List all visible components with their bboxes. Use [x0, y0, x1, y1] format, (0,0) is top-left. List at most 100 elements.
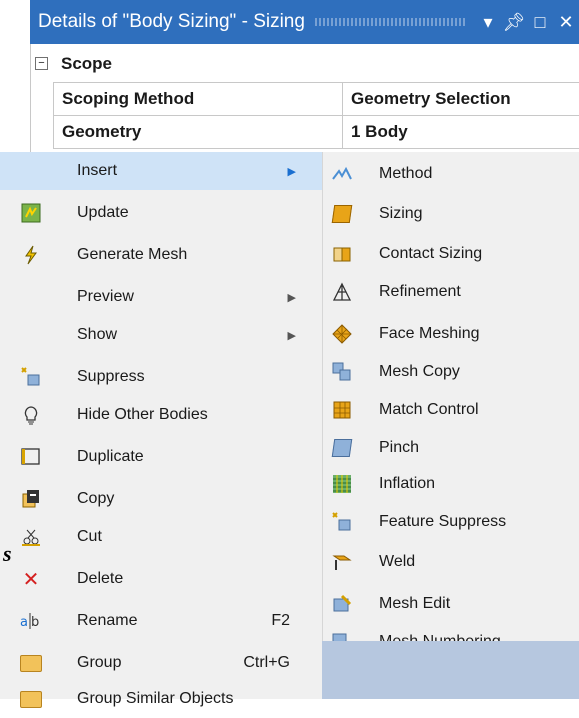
match-control-icon [331, 399, 353, 421]
insert-submenu: Method Sizing Contact Sizing Refinement … [322, 152, 579, 652]
menu-item-label: Insert [77, 162, 118, 179]
submenu-item-mesh-edit[interactable]: Mesh Edit [323, 586, 579, 622]
scoping-method-label: Scoping Method [53, 82, 343, 116]
sizing-icon [331, 203, 353, 225]
menu-item-rename[interactable]: ab Rename F2 [0, 602, 322, 640]
feature-suppress-icon [331, 511, 353, 533]
delete-icon: ✕ [22, 568, 40, 591]
submenu-item-pinch[interactable]: Pinch [323, 430, 579, 466]
menu-item-label: Suppress [77, 368, 145, 385]
method-icon [331, 163, 353, 185]
menu-item-duplicate[interactable]: Duplicate [0, 438, 322, 476]
menu-item-label: Group Similar Objects [77, 690, 234, 707]
copy-icon [20, 488, 42, 510]
submenu-arrow-icon: ▶ [287, 291, 296, 304]
inflation-icon [331, 473, 353, 495]
submenu-item-match-control[interactable]: Match Control [323, 392, 579, 428]
submenu-item-label: Refinement [379, 283, 461, 300]
stray-text: s [3, 541, 12, 566]
drag-grip[interactable] [314, 18, 465, 26]
group-similar-icon [20, 688, 42, 710]
svg-text:b: b [31, 615, 39, 630]
details-title-bar: Details of "Body Sizing" - Sizing ▾ 📌︎ □… [30, 0, 579, 44]
menu-item-label: Show [77, 326, 118, 343]
geometry-label: Geometry [53, 115, 343, 149]
contact-sizing-icon [331, 243, 353, 265]
submenu-item-label: Mesh Copy [379, 363, 460, 380]
face-meshing-icon [331, 323, 353, 345]
menu-item-label: Rename [77, 612, 138, 629]
geometry-value[interactable]: 1 Body [342, 115, 579, 149]
context-menu: Insert ▶ Update Generate Mesh Preview ▶ … [0, 152, 323, 708]
submenu-item-label: Contact Sizing [379, 245, 483, 262]
menu-item-group[interactable]: Group Ctrl+G [0, 644, 322, 682]
menu-item-show[interactable]: Show ▶ [0, 316, 322, 354]
shortcut-label: Ctrl+G [243, 654, 290, 671]
mesh-copy-icon [331, 361, 353, 383]
update-icon [20, 202, 42, 224]
submenu-item-label: Mesh Edit [379, 595, 451, 612]
submenu-arrow-icon: ▶ [287, 329, 296, 342]
menu-item-label: Generate Mesh [77, 246, 188, 263]
menu-item-delete[interactable]: ✕ Delete [0, 560, 322, 598]
lightbulb-icon [20, 404, 42, 426]
submenu-item-method[interactable]: Method [323, 156, 579, 192]
submenu-item-label: Weld [379, 553, 416, 570]
menu-item-preview[interactable]: Preview ▶ [0, 278, 322, 316]
svg-text:a: a [20, 615, 28, 630]
submenu-item-weld[interactable]: Weld [323, 544, 579, 580]
suppress-icon [20, 366, 42, 388]
menu-item-copy[interactable]: Copy [0, 480, 322, 518]
scope-label: Scope [61, 53, 113, 73]
details-grid: − Scope Scoping Method Geometry Selectio… [30, 44, 579, 152]
maximize-icon[interactable]: □ [527, 12, 553, 33]
mesh-edit-icon [331, 593, 353, 615]
menu-item-cut[interactable]: Cut [0, 518, 322, 556]
submenu-item-contact-sizing[interactable]: Contact Sizing [323, 236, 579, 272]
rename-icon: ab [20, 610, 42, 632]
scoping-method-value[interactable]: Geometry Selection [342, 82, 579, 116]
submenu-arrow-icon: ▶ [287, 165, 296, 178]
menu-item-label: Copy [77, 490, 115, 507]
submenu-item-label: Method [379, 165, 433, 182]
close-icon[interactable]: ✕ [553, 12, 579, 33]
collapse-icon[interactable]: − [35, 57, 48, 70]
weld-icon [331, 551, 353, 573]
submenu-item-mesh-copy[interactable]: Mesh Copy [323, 354, 579, 390]
pinch-icon [331, 437, 353, 459]
submenu-item-label: Pinch [379, 439, 420, 456]
generate-mesh-icon [20, 244, 42, 266]
details-title: Details of "Body Sizing" - Sizing [38, 11, 305, 32]
submenu-item-refinement[interactable]: Refinement [323, 274, 579, 310]
menu-item-group-similar-objects[interactable]: Group Similar Objects [0, 680, 322, 718]
submenu-item-inflation[interactable]: Inflation [323, 466, 579, 502]
refinement-icon [331, 281, 353, 303]
menu-item-insert[interactable]: Insert ▶ [0, 152, 322, 190]
submenu-item-label: Match Control [379, 401, 479, 418]
pin-icon[interactable]: 📌︎ [501, 12, 527, 33]
group-icon [20, 652, 42, 674]
menu-item-label: Preview [77, 288, 134, 305]
menu-item-label: Update [77, 204, 129, 221]
menu-item-update[interactable]: Update [0, 194, 322, 232]
scope-group-header[interactable]: − Scope [31, 50, 579, 77]
menu-item-label: Hide Other Bodies [77, 406, 208, 423]
submenu-item-label: Face Meshing [379, 325, 480, 342]
shortcut-label: F2 [271, 612, 290, 629]
menu-item-label: Group [77, 654, 122, 671]
submenu-item-feature-suppress[interactable]: Feature Suppress [323, 504, 579, 540]
submenu-item-label: Feature Suppress [379, 513, 507, 530]
menu-item-suppress[interactable]: Suppress [0, 358, 322, 396]
menu-item-generate-mesh[interactable]: Generate Mesh [0, 236, 322, 274]
submenu-item-label: Inflation [379, 475, 436, 492]
duplicate-icon [20, 446, 42, 468]
submenu-item-label: Sizing [379, 205, 423, 222]
cut-icon [20, 526, 42, 548]
submenu-item-face-meshing[interactable]: Face Meshing [323, 316, 579, 352]
menu-item-label: Duplicate [77, 448, 144, 465]
submenu-item-sizing[interactable]: Sizing [323, 196, 579, 232]
dropdown-icon[interactable]: ▾ [475, 12, 501, 33]
menu-item-label: Cut [77, 528, 102, 545]
background-viewport [322, 641, 579, 699]
menu-item-hide-other-bodies[interactable]: Hide Other Bodies [0, 396, 322, 434]
